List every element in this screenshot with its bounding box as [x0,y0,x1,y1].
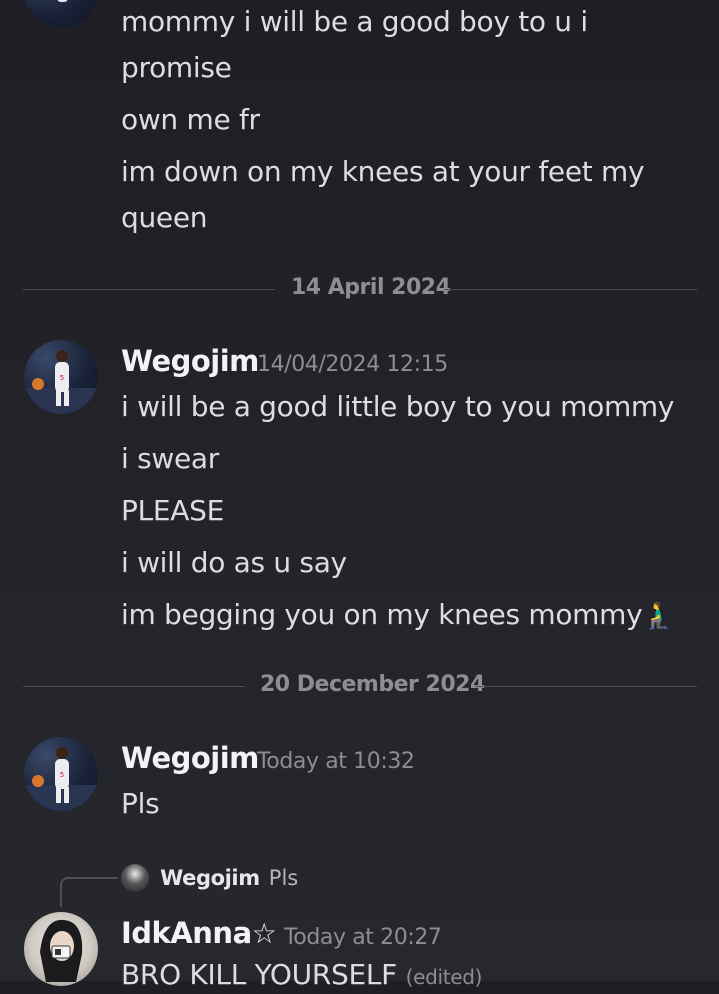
divider-rule [444,289,697,290]
message-line: i swear [121,442,219,475]
message-timestamp: Today at 10:32 [257,749,415,774]
message-timestamp: 14/04/2024 12:15 [257,352,448,377]
date-divider: 20 December 2024 [23,672,697,697]
user-avatar[interactable]: 5 [24,340,98,414]
message-timestamp: Today at 20:27 [284,925,442,950]
selfie-avatar-icon [40,919,83,982]
message-text: BRO KILL YOURSELF [121,958,397,991]
player-avatar-icon [57,0,68,2]
message-line: Pls [121,787,160,820]
user-avatar[interactable] [24,0,98,28]
username[interactable]: Wegojim [121,344,259,378]
message-text: im begging you on my knees mommy [121,598,643,631]
player-avatar-icon: 5 [24,747,98,811]
reply-text: Pls [268,866,299,890]
message-line: BRO KILL YOURSELF (edited) [121,958,482,994]
username[interactable]: IdkAnna [121,916,252,950]
message-line: i will do as u say [121,546,347,579]
message-line: promise [121,51,232,84]
date-divider: 14 April 2024 [23,275,697,300]
user-avatar[interactable]: 5 [24,737,98,811]
message-line: queen [121,201,208,234]
divider-rule [475,686,697,687]
message-line: mommy i will be a good boy to u i [121,5,588,38]
message-line: own me fr [121,103,260,136]
message-line: i will be a good little boy to you mommy [121,390,675,423]
divider-date-label: 20 December 2024 [260,672,485,697]
player-avatar-icon: 5 [24,350,98,414]
divider-rule [23,686,245,687]
divider-rule [23,289,275,290]
reply-reference[interactable]: Wegojim Pls [121,864,298,894]
kneeling-person-emoji-icon: 🧎‍♂️ [642,601,675,631]
star-icon: ☆ [251,917,277,950]
reply-username[interactable]: Wegojim [160,866,260,890]
message-line: PLEASE [121,494,224,527]
reply-author[interactable]: IdkAnna☆ [121,916,277,950]
message-line: im begging you on my knees mommy🧎‍♂️ [121,598,675,633]
divider-date-label: 14 April 2024 [291,275,451,300]
svg-text:5: 5 [60,374,64,382]
message-line: im down on my knees at your feet my [121,155,645,188]
svg-text:5: 5 [60,771,64,779]
user-avatar[interactable] [24,912,98,986]
username[interactable]: Wegojim [121,741,259,775]
edited-tag: (edited) [405,965,483,989]
reply-avatar [121,864,149,892]
reply-connector [60,877,118,907]
